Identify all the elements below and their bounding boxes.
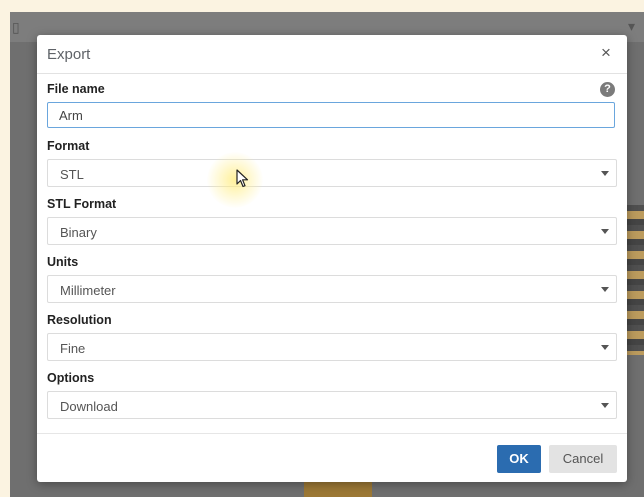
stl-format-select[interactable]: Binary xyxy=(47,217,617,245)
stl-format-label: STL Format xyxy=(47,197,117,211)
chevron-down-icon: ▾ xyxy=(628,18,636,34)
options-value: Download xyxy=(60,399,118,414)
model-viewport-fragment xyxy=(626,205,644,355)
cancel-button[interactable]: Cancel xyxy=(549,445,617,473)
help-icon[interactable]: ? xyxy=(600,82,615,97)
units-label: Units xyxy=(47,255,79,269)
units-value: Millimeter xyxy=(60,283,116,298)
file-name-label: File name xyxy=(47,82,105,96)
resolution-value: Fine xyxy=(60,341,86,356)
dialog-footer-divider xyxy=(37,433,627,434)
dialog-header: Export × xyxy=(37,35,627,74)
chevron-down-icon xyxy=(601,171,609,176)
format-label: Format xyxy=(47,139,90,153)
format-value: STL xyxy=(60,167,84,182)
options-select[interactable]: Download xyxy=(47,391,617,419)
chevron-down-icon xyxy=(601,229,609,234)
chevron-down-icon xyxy=(601,345,609,350)
format-select[interactable]: STL xyxy=(47,159,617,187)
stl-format-value: Binary xyxy=(60,225,97,240)
file-name-input[interactable] xyxy=(47,102,615,128)
export-dialog: Export × File name ? Format STL STL Form… xyxy=(37,35,627,482)
chevron-down-icon xyxy=(601,287,609,292)
toolbar-icon: ▯ xyxy=(12,19,20,35)
options-label: Options xyxy=(47,371,95,385)
chevron-down-icon xyxy=(601,403,609,408)
resolution-select[interactable]: Fine xyxy=(47,333,617,361)
units-select[interactable]: Millimeter xyxy=(47,275,617,303)
close-icon[interactable]: × xyxy=(597,44,615,62)
resolution-label: Resolution xyxy=(47,313,112,327)
dialog-title: Export xyxy=(47,46,91,63)
ok-button[interactable]: OK xyxy=(497,445,541,473)
